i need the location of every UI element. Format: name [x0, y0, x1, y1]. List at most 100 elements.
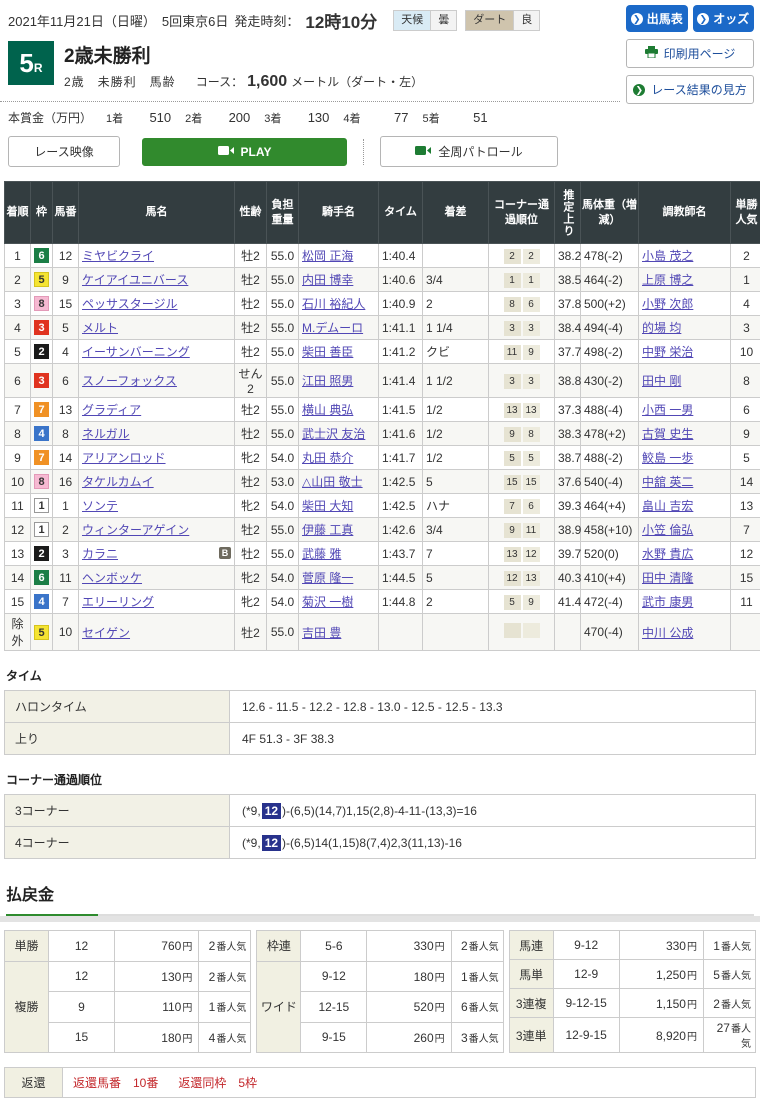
jockey-cell: 石川 裕紀人 — [299, 292, 379, 316]
payout-table: 枠連5-6330円2番人気ワイド9-12180円1番人気12-15520円6番人… — [256, 930, 503, 1053]
horse-name-link[interactable]: セイゲン — [82, 626, 130, 640]
jockey-name-link[interactable]: △山田 敬士 — [302, 475, 363, 489]
horse-name-link[interactable]: ネルガル — [82, 427, 130, 441]
trainer-name-link[interactable]: 中舘 英二 — [642, 475, 693, 489]
trainer-name-link[interactable]: 的場 均 — [642, 321, 681, 335]
horse-name-link[interactable]: タケルカムイ — [82, 475, 154, 489]
payout-combination: 9-12 — [553, 931, 619, 960]
horse-number: 2 — [53, 518, 79, 542]
horse-number: 8 — [53, 422, 79, 446]
horse-name-link[interactable]: アリアンロッド — [82, 451, 166, 465]
horse-name-link[interactable]: ソンテ — [82, 499, 118, 513]
jockey-name-link[interactable]: 武藤 雅 — [302, 547, 341, 561]
jockey-name-link[interactable]: 武士沢 友治 — [302, 427, 365, 441]
horse-name-link[interactable]: ウィンターアゲイン — [82, 523, 189, 537]
trainer-name-link[interactable]: 小野 次郎 — [642, 297, 693, 311]
jockey-name-link[interactable]: 内田 博幸 — [302, 273, 353, 287]
jockey-name-link[interactable]: 丸田 恭介 — [302, 451, 353, 465]
jockey-cell: 武藤 雅 — [299, 542, 379, 566]
jockey-name-link[interactable]: 伊藤 工真 — [302, 523, 353, 537]
trainer-name-link[interactable]: 鮫島 一歩 — [642, 451, 693, 465]
trainer-name-link[interactable]: 小島 茂之 — [642, 249, 693, 263]
jockey-name-link[interactable]: 江田 照男 — [302, 374, 353, 388]
favorite-suffix: 番人気 — [469, 1003, 499, 1014]
time-section-title: タイム — [6, 667, 754, 684]
entries-button[interactable]: ❯ 出馬表 — [626, 5, 688, 32]
payout-amount-value: 180 — [161, 1031, 181, 1045]
trainer-name-link[interactable]: 水野 貴広 — [642, 547, 693, 561]
margin: 1/2 — [423, 446, 489, 470]
jockey-cell: 内田 博幸 — [299, 268, 379, 292]
horse-name-link[interactable]: ペッサスタージル — [82, 297, 178, 311]
horse-name-link[interactable]: ケイアイユニバース — [82, 273, 188, 287]
prize-amount: 200 — [216, 110, 250, 125]
corner3-position: 9 — [504, 523, 521, 538]
page-actions: ❯ 出馬表 ❯ オッズ 印刷用ページ ❯ レース結果の見方 — [626, 5, 754, 104]
race-video-button[interactable]: レース映像 — [8, 136, 120, 167]
finish-time: 1:44.5 — [379, 566, 423, 590]
finish-position: 5 — [5, 340, 31, 364]
trainer-name-link[interactable]: 田中 清隆 — [642, 571, 693, 585]
trainer-name-link[interactable]: 畠山 吉宏 — [642, 499, 693, 513]
jockey-name-link[interactable]: 柴田 大知 — [302, 499, 353, 513]
payout-row: 3連単12-9-158,920円27番人気 — [509, 1018, 755, 1053]
horse-name-link[interactable]: ヘンボッケ — [82, 571, 142, 585]
trainer-name-link[interactable]: 中川 公成 — [642, 626, 693, 640]
waku-badge: 5 — [34, 625, 49, 640]
horse-name-link[interactable]: グラディア — [82, 403, 141, 417]
trainer-name-link[interactable]: 古賀 史生 — [642, 427, 693, 441]
trainer-name-link[interactable]: 小西 一男 — [642, 403, 693, 417]
horse-name-link[interactable]: イーサンバーニング — [82, 345, 190, 359]
horse-number: 9 — [53, 268, 79, 292]
trainer-name-link[interactable]: 武市 康男 — [642, 595, 693, 609]
horse-name-link[interactable]: ミヤビクライ — [82, 249, 154, 263]
bet-type-label: ワイド — [257, 961, 301, 1053]
win-favorite-rank: 15 — [731, 566, 760, 590]
horse-name-cell: スノーフォックス — [79, 364, 235, 398]
payout-favorite-value: 1 — [209, 1000, 216, 1014]
odds-button[interactable]: ❯ オッズ — [693, 5, 755, 32]
corner4-position: 8 — [523, 427, 540, 442]
jockey-name-link[interactable]: 松岡 正海 — [302, 249, 353, 263]
jockey-name-link[interactable]: 菊沢 一樹 — [302, 595, 353, 609]
horse-number: 4 — [53, 340, 79, 364]
jockey-name-link[interactable]: 菅原 隆一 — [302, 571, 353, 585]
payout-favorite: 27番人気 — [703, 1018, 755, 1053]
horse-name-cell: ペッサスタージル — [79, 292, 235, 316]
jockey-name-link[interactable]: M.デムーロ — [302, 321, 363, 335]
payout-favorite-value: 2 — [209, 970, 216, 984]
jockey-name-link[interactable]: 横山 典弘 — [302, 403, 353, 417]
corner-order-table: 3コーナー(*9,12)-(6,5)(14,7)1,15(2,8)-4-11-(… — [4, 794, 756, 859]
jockey-cell: 吉田 豊 — [299, 614, 379, 651]
patrol-button-label: 全周パトロール — [438, 143, 522, 160]
payout-table: 単勝12760円2番人気複勝12130円2番人気9110円1番人気15180円4… — [4, 930, 251, 1053]
corner-positions: 11 — [489, 268, 555, 292]
horse-name-link[interactable]: スノーフォックス — [82, 374, 177, 388]
horse-name-link[interactable]: エリーリング — [82, 595, 154, 609]
corner-row-label: 4コーナー — [5, 827, 230, 859]
jockey-name-link[interactable]: 吉田 豊 — [302, 626, 341, 640]
table-row: 除外510セイゲン牡255.0吉田 豊470(-4)中川 公成 — [5, 614, 760, 651]
trainer-name-link[interactable]: 中野 栄治 — [642, 345, 693, 359]
trainer-name-link[interactable]: 上原 博之 — [642, 273, 693, 287]
corner-positions: 59 — [489, 590, 555, 614]
patrol-video-button[interactable]: 全周パトロール — [380, 136, 558, 167]
horse-name-link[interactable]: メルト — [82, 321, 118, 335]
payout-row: 馬連9-12330円1番人気 — [509, 931, 755, 960]
table-row: 1212ウィンターアゲイン牡255.0伊藤 工真1:42.63/491138.9… — [5, 518, 760, 542]
payout-favorite-value: 1 — [713, 939, 720, 953]
trainer-name-link[interactable]: 小笠 倫弘 — [642, 523, 693, 537]
trainer-name-link[interactable]: 田中 剛 — [642, 374, 681, 388]
play-button[interactable]: PLAY — [142, 138, 347, 166]
payout-amount: 1,150円 — [619, 989, 703, 1018]
horse-name-link[interactable]: カラニ — [82, 547, 118, 561]
sex-age: 牡2 — [235, 422, 267, 446]
jockey-name-link[interactable]: 石川 裕紀人 — [302, 297, 365, 311]
finish-position: 9 — [5, 446, 31, 470]
results-guide-button[interactable]: ❯ レース結果の見方 — [626, 75, 754, 104]
waku-badge: 4 — [34, 594, 49, 609]
bet-type-label: 3連複 — [509, 989, 553, 1018]
corner3-position: 3 — [504, 374, 521, 389]
jockey-name-link[interactable]: 柴田 善臣 — [302, 345, 353, 359]
print-page-button[interactable]: 印刷用ページ — [626, 39, 754, 68]
